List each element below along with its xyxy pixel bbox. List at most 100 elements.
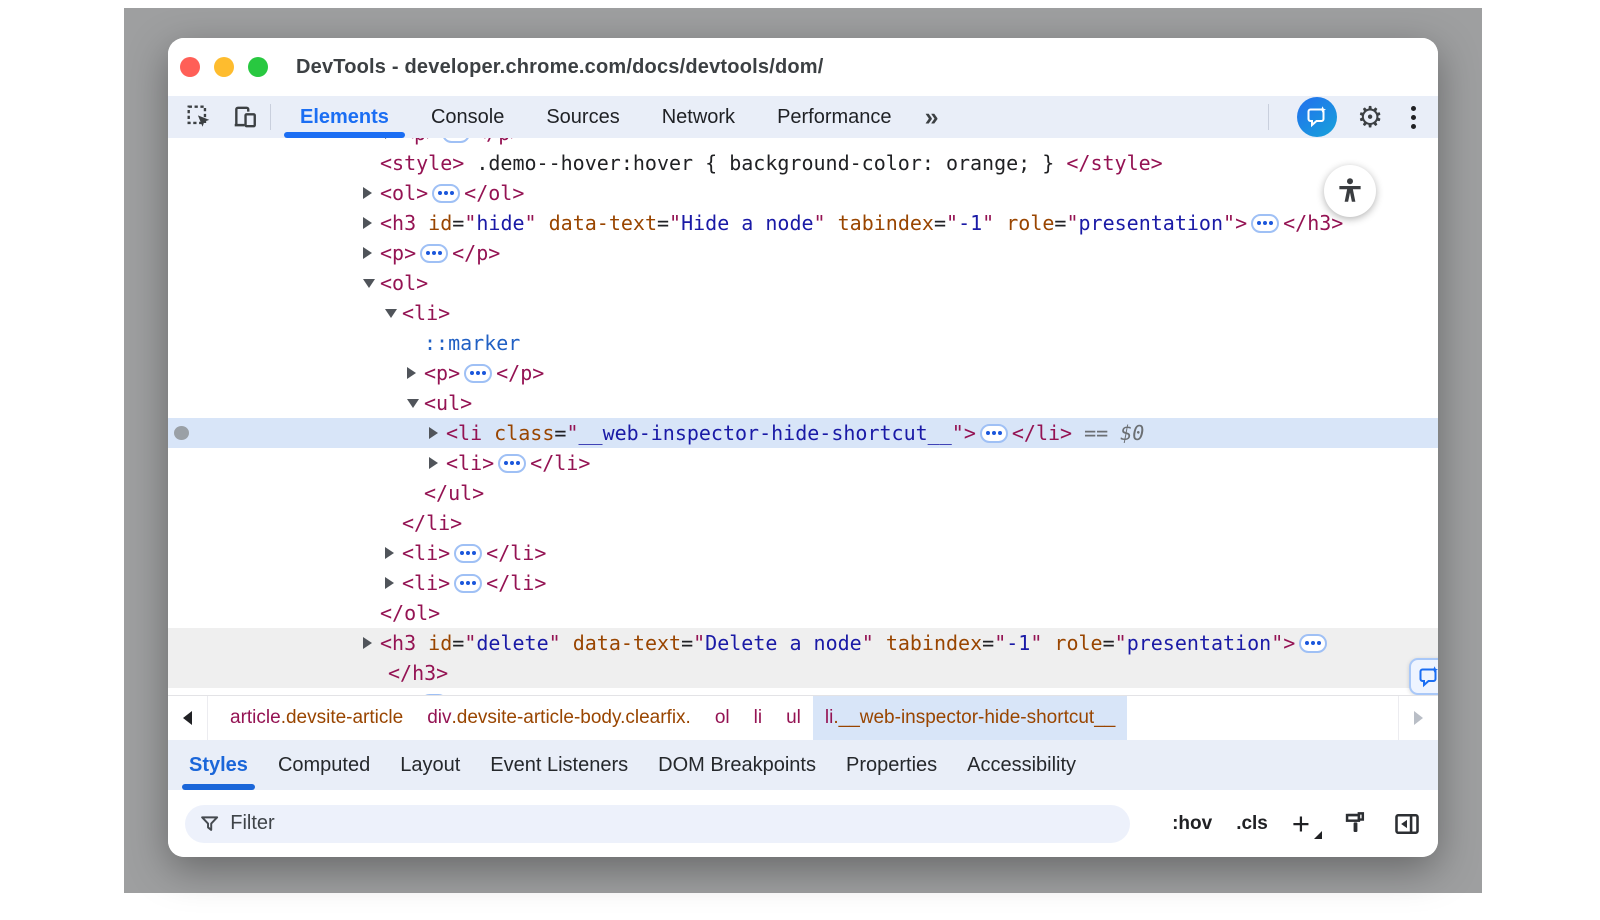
- expand-toggle[interactable]: [363, 178, 380, 208]
- element-classes-button[interactable]: .cls: [1236, 813, 1268, 835]
- dom-node-row[interactable]: <ol></ol>: [168, 178, 1438, 208]
- close-window-button[interactable]: [180, 57, 200, 77]
- accessibility-person-icon: [1335, 176, 1365, 206]
- expand-ellipsis-button[interactable]: [432, 184, 460, 203]
- expand-ellipsis-button[interactable]: [420, 244, 448, 263]
- ai-assistant-button[interactable]: [1297, 97, 1337, 137]
- inspect-element-icon[interactable]: [182, 100, 216, 134]
- expand-ellipsis-button[interactable]: [442, 138, 470, 143]
- styles-filter-field[interactable]: [185, 805, 1130, 843]
- dom-node-row[interactable]: <li class="__web-inspector-hide-shortcut…: [168, 418, 1438, 448]
- expand-toggle[interactable]: [385, 138, 402, 148]
- dom-node-row[interactable]: </ul>: [168, 478, 1438, 508]
- collapsed-arrow-icon[interactable]: [385, 138, 394, 139]
- expand-toggle[interactable]: [363, 238, 380, 268]
- styles-filter-input[interactable]: [230, 812, 1116, 835]
- dom-node-row[interactable]: ::marker: [168, 328, 1438, 358]
- expand-ellipsis-button[interactable]: [1299, 634, 1327, 653]
- dom-node-row[interactable]: <li></li>: [168, 448, 1438, 478]
- device-toolbar-icon[interactable]: [228, 100, 262, 134]
- dom-node-row[interactable]: </h3>: [168, 658, 1438, 688]
- expand-toggle[interactable]: [407, 358, 424, 388]
- elements-tree-pane[interactable]: <p></p><style> .demo--hover:hover { back…: [168, 138, 1438, 695]
- expand-ellipsis-button[interactable]: [498, 454, 526, 473]
- expand-ellipsis-button[interactable]: [454, 544, 482, 563]
- collapsed-arrow-icon[interactable]: [385, 547, 394, 559]
- dom-node-row[interactable]: <li></li>: [168, 568, 1438, 598]
- sidebar-tab-dom-breakpoints[interactable]: DOM Breakpoints: [643, 740, 831, 790]
- expand-ellipsis-button[interactable]: [464, 364, 492, 383]
- expand-toggle[interactable]: [385, 568, 402, 598]
- toggle-sidebar-icon[interactable]: [1393, 810, 1421, 838]
- expand-toggle[interactable]: [363, 628, 380, 658]
- expand-toggle[interactable]: [429, 418, 446, 448]
- breadcrumb-item-li[interactable]: li.__web-inspector-hide-shortcut__: [813, 696, 1127, 740]
- expand-toggle[interactable]: [363, 268, 380, 298]
- settings-gear-icon[interactable]: ⚙: [1357, 103, 1383, 132]
- more-panels-icon[interactable]: »: [913, 103, 949, 132]
- ai-hint-chip-button[interactable]: [1409, 658, 1438, 695]
- collapsed-arrow-icon[interactable]: [363, 187, 372, 199]
- tab-performance[interactable]: Performance: [756, 96, 913, 138]
- dom-node-row[interactable]: <p></p>: [168, 238, 1438, 268]
- collapsed-arrow-icon[interactable]: [363, 217, 372, 229]
- dom-node-row[interactable]: <ol>: [168, 268, 1438, 298]
- dom-node-row[interactable]: <h3 id="hide" data-text="Hide a node" ta…: [168, 208, 1438, 238]
- expand-ellipsis-button[interactable]: [420, 694, 448, 696]
- expand-toggle[interactable]: [363, 688, 380, 695]
- collapsed-arrow-icon[interactable]: [429, 457, 438, 469]
- breadcrumb-item-article[interactable]: article.devsite-article: [218, 696, 415, 740]
- kebab-menu-icon[interactable]: [1403, 102, 1424, 133]
- sidebar-tab-styles[interactable]: Styles: [174, 740, 263, 790]
- tab-sources[interactable]: Sources: [525, 96, 640, 138]
- dom-node-row[interactable]: <style> .demo--hover:hover { background-…: [168, 148, 1438, 178]
- sidebar-tab-properties[interactable]: Properties: [831, 740, 952, 790]
- breadcrumb-item-ol[interactable]: ol: [703, 696, 742, 740]
- tab-network[interactable]: Network: [641, 96, 756, 138]
- expanded-arrow-icon[interactable]: [407, 399, 419, 408]
- dom-node-row[interactable]: <li>: [168, 298, 1438, 328]
- crumb-scroll-right-button[interactable]: [1398, 696, 1438, 740]
- sidebar-tab-computed[interactable]: Computed: [263, 740, 385, 790]
- sidebar-tab-layout[interactable]: Layout: [385, 740, 475, 790]
- expanded-arrow-icon[interactable]: [385, 309, 397, 318]
- expand-ellipsis-button[interactable]: [1251, 214, 1279, 233]
- expand-toggle[interactable]: [385, 298, 402, 328]
- collapsed-arrow-icon[interactable]: [385, 577, 394, 589]
- dom-node-row[interactable]: <p></p>: [168, 358, 1438, 388]
- breadcrumb: article.devsite-articlediv.devsite-artic…: [218, 696, 1127, 740]
- expand-toggle[interactable]: [363, 208, 380, 238]
- new-style-rule-button[interactable]: +: [1292, 808, 1318, 839]
- sidebar-tab-accessibility[interactable]: Accessibility: [952, 740, 1091, 790]
- dom-node-row[interactable]: <li></li>: [168, 538, 1438, 568]
- expanded-arrow-icon[interactable]: [363, 279, 375, 288]
- dom-node-row[interactable]: </li>: [168, 508, 1438, 538]
- crumb-scroll-left-button[interactable]: [168, 696, 208, 740]
- breadcrumb-item-ul[interactable]: ul: [774, 696, 813, 740]
- expand-toggle[interactable]: [429, 448, 446, 478]
- minimize-window-button[interactable]: [214, 57, 234, 77]
- dom-node-row[interactable]: <p></p>: [168, 138, 1438, 148]
- collapsed-arrow-icon[interactable]: [363, 637, 372, 649]
- collapsed-arrow-icon[interactable]: [363, 247, 372, 259]
- accessibility-overlay-button[interactable]: [1324, 165, 1376, 217]
- expand-ellipsis-button[interactable]: [454, 574, 482, 593]
- collapsed-arrow-icon[interactable]: [407, 367, 416, 379]
- breadcrumb-item-li[interactable]: li: [742, 696, 774, 740]
- zoom-window-button[interactable]: [248, 57, 268, 77]
- dom-node-row[interactable]: <ul>: [168, 388, 1438, 418]
- expand-toggle[interactable]: [385, 538, 402, 568]
- expand-toggle[interactable]: [407, 388, 424, 418]
- ai-assistant-icon: [1305, 105, 1329, 129]
- toggle-element-state-button[interactable]: :hov: [1172, 813, 1212, 835]
- dom-node-row[interactable]: <h3 id="delete" data-text="Delete a node…: [168, 628, 1438, 658]
- dom-node-row[interactable]: </ol>: [168, 598, 1438, 628]
- rendering-emulation-button[interactable]: [1342, 810, 1369, 837]
- breadcrumb-item-div[interactable]: div.devsite-article-body.clearfix.: [415, 696, 703, 740]
- sidebar-tab-event-listeners[interactable]: Event Listeners: [475, 740, 643, 790]
- dom-node-row[interactable]: <p></p>: [168, 688, 1438, 695]
- expand-ellipsis-button[interactable]: [980, 424, 1008, 443]
- collapsed-arrow-icon[interactable]: [429, 427, 438, 439]
- tab-console[interactable]: Console: [410, 96, 525, 138]
- tab-elements[interactable]: Elements: [279, 96, 410, 138]
